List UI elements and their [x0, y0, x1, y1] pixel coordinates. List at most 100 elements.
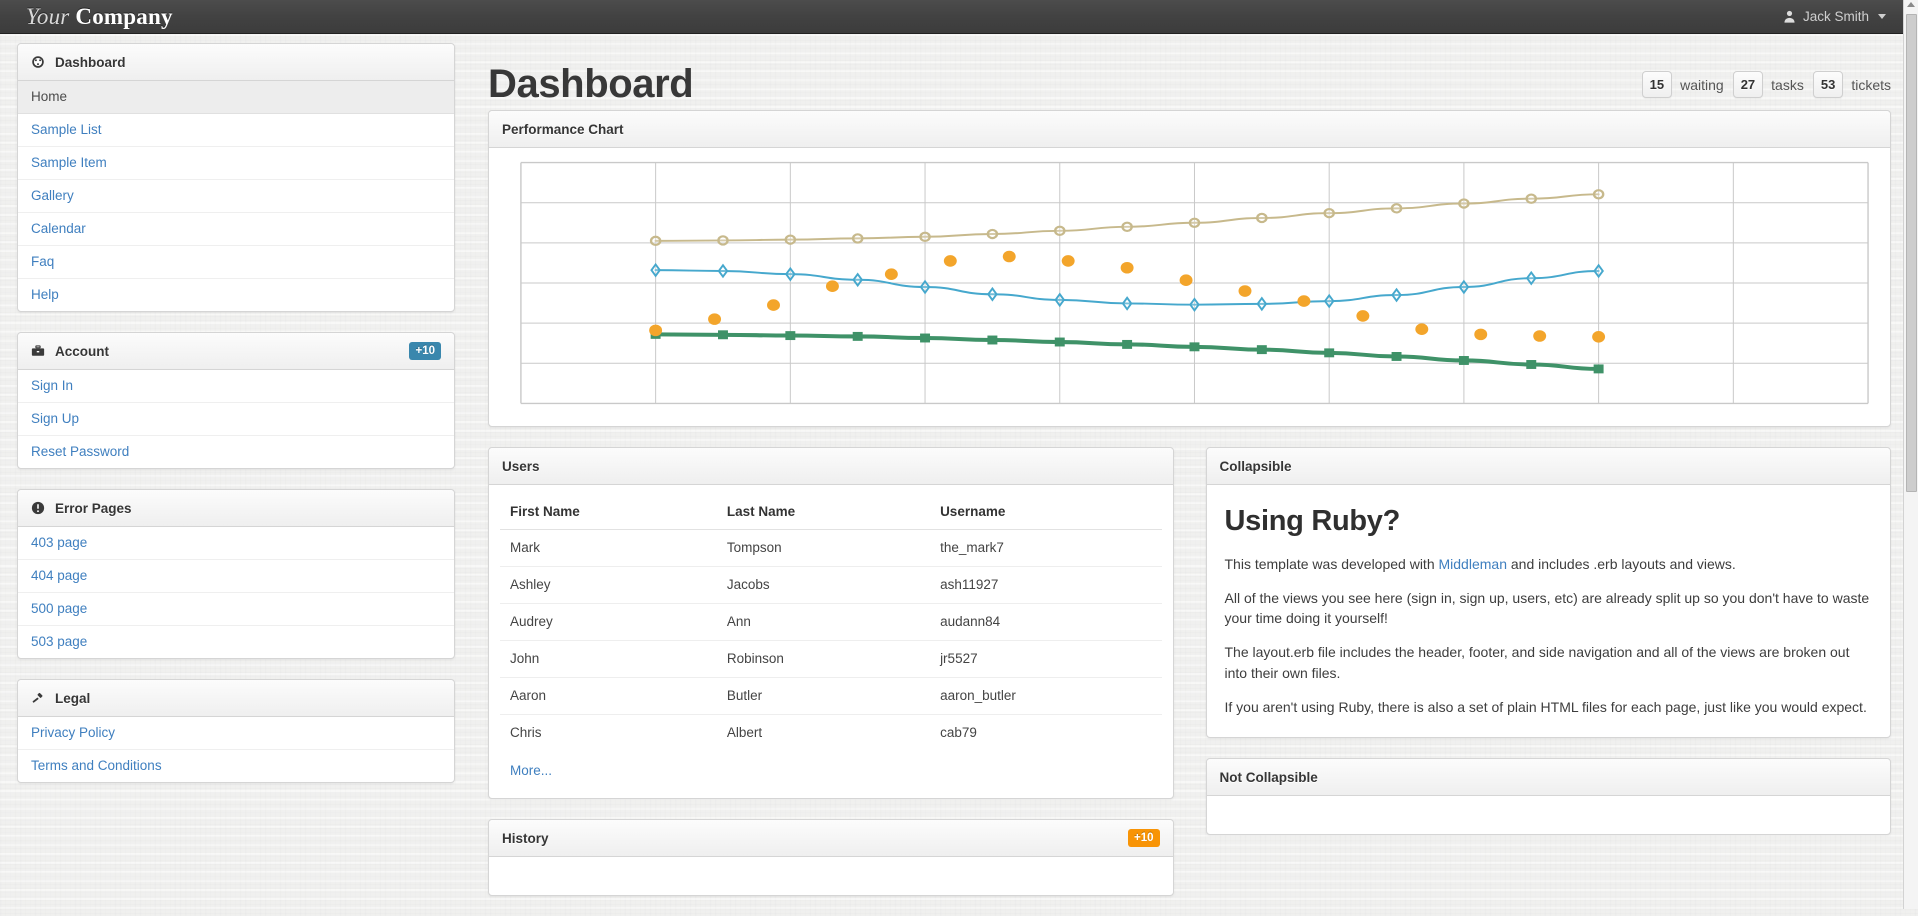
- left-column: Users First Name Last Name Username: [488, 447, 1174, 916]
- sidebar-link-terms[interactable]: Terms and Conditions: [18, 750, 454, 782]
- sidebar-link-sign-in[interactable]: Sign In: [18, 370, 454, 402]
- table-row[interactable]: John Robinson jr5527: [500, 641, 1162, 678]
- performance-chart-panel: Performance Chart: [488, 110, 1891, 427]
- performance-chart-svg: [503, 159, 1876, 407]
- sidebar-item-reset-password[interactable]: Reset Password: [18, 436, 454, 468]
- sidebar-link-privacy-policy[interactable]: Privacy Policy: [18, 717, 454, 749]
- tachometer-icon: [31, 55, 45, 69]
- sidebar-item-gallery[interactable]: Gallery: [18, 180, 454, 213]
- sidebar-item-calendar[interactable]: Calendar: [18, 213, 454, 246]
- user-menu[interactable]: Jack Smith: [1783, 9, 1886, 24]
- sidebar-link-gallery[interactable]: Gallery: [18, 180, 454, 212]
- table-row[interactable]: Chris Albert cab79: [500, 715, 1162, 752]
- table-row[interactable]: Aaron Butler aaron_butler: [500, 678, 1162, 715]
- sidebar-link-503[interactable]: 503 page: [18, 626, 454, 658]
- sidebar-link-reset-password[interactable]: Reset Password: [18, 436, 454, 468]
- collapsible-panel: Collapsible Using Ruby? This template wa…: [1206, 447, 1892, 738]
- collapsible-panel-header[interactable]: Collapsible: [1207, 448, 1891, 485]
- history-panel-header[interactable]: History +10: [489, 820, 1173, 857]
- page-body: Dashboard Home Sample List Sample Item G…: [0, 34, 1903, 909]
- sidebar-item-500[interactable]: 500 page: [18, 593, 454, 626]
- stat-tasks[interactable]: 27 tasks: [1733, 71, 1804, 98]
- users-panel-title: Users: [502, 459, 540, 474]
- column-username: Username: [930, 495, 1161, 530]
- sidebar-section-title: Account: [55, 344, 109, 359]
- cell-last-name: Albert: [717, 715, 930, 752]
- middleman-link[interactable]: Middleman: [1439, 556, 1507, 572]
- cell-username: audann84: [930, 604, 1161, 641]
- cell-last-name: Robinson: [717, 641, 930, 678]
- cell-last-name: Butler: [717, 678, 930, 715]
- sidebar-nav-account: Sign In Sign Up Reset Password: [18, 370, 454, 468]
- sidebar-item-sample-item[interactable]: Sample Item: [18, 147, 454, 180]
- cell-first-name: Aaron: [500, 678, 717, 715]
- history-panel: History +10: [488, 819, 1174, 896]
- sidebar-item-404[interactable]: 404 page: [18, 560, 454, 593]
- brand-logo[interactable]: Your Company: [26, 4, 173, 30]
- cell-username: jr5527: [930, 641, 1161, 678]
- briefcase-icon: [31, 344, 45, 358]
- stat-waiting[interactable]: 15 waiting: [1642, 71, 1724, 98]
- cell-first-name: Ashley: [500, 567, 717, 604]
- sidebar-link-404[interactable]: 404 page: [18, 560, 454, 592]
- sidebar-item-help[interactable]: Help: [18, 279, 454, 311]
- sidebar-link-403[interactable]: 403 page: [18, 527, 454, 559]
- sidebar-item-sample-list[interactable]: Sample List: [18, 114, 454, 147]
- sidebar-link-home[interactable]: Home: [18, 81, 454, 113]
- stat-tickets-label: tickets: [1851, 77, 1891, 93]
- sidebar-link-faq[interactable]: Faq: [18, 246, 454, 278]
- collapsible-paragraph-2: All of the views you see here (sign in, …: [1225, 588, 1873, 629]
- stat-tasks-value: 27: [1733, 71, 1763, 98]
- sidebar-section-header[interactable]: Error Pages: [18, 490, 454, 527]
- stat-tickets[interactable]: 53 tickets: [1813, 71, 1891, 98]
- sidebar-item-terms[interactable]: Terms and Conditions: [18, 750, 454, 782]
- sidebar-item-sign-in[interactable]: Sign In: [18, 370, 454, 403]
- table-row[interactable]: Mark Tompson the_mark7: [500, 530, 1162, 567]
- sidebar-link-sample-item[interactable]: Sample Item: [18, 147, 454, 179]
- scrollbar-thumb[interactable]: [1906, 14, 1917, 492]
- cell-username: aaron_butler: [930, 678, 1161, 715]
- sidebar-section-header[interactable]: Legal: [18, 680, 454, 717]
- collapsible-paragraph-3: The layout.erb file includes the header,…: [1225, 642, 1873, 683]
- sidebar-section-header[interactable]: Account +10: [18, 333, 454, 370]
- table-row[interactable]: Audrey Ann audann84: [500, 604, 1162, 641]
- page-header: Dashboard 15 waiting 27 tasks 53 tickets: [488, 34, 1891, 110]
- cell-last-name: Ann: [717, 604, 930, 641]
- cell-username: ash11927: [930, 567, 1161, 604]
- user-icon: [1783, 10, 1796, 23]
- chevron-down-icon: [1878, 14, 1886, 19]
- sidebar-item-faq[interactable]: Faq: [18, 246, 454, 279]
- users-panel-header[interactable]: Users: [489, 448, 1173, 485]
- sidebar-item-privacy-policy[interactable]: Privacy Policy: [18, 717, 454, 750]
- sidebar-item-sign-up[interactable]: Sign Up: [18, 403, 454, 436]
- page-scrollbar[interactable]: [1903, 0, 1918, 909]
- sidebar-link-sign-up[interactable]: Sign Up: [18, 403, 454, 435]
- sidebar-link-help[interactable]: Help: [18, 279, 454, 311]
- sidebar-link-calendar[interactable]: Calendar: [18, 213, 454, 245]
- paragraph-1-before: This template was developed with: [1225, 556, 1439, 572]
- users-more-link[interactable]: More...: [500, 751, 562, 790]
- sidebar-section-dashboard: Dashboard Home Sample List Sample Item G…: [17, 43, 455, 312]
- table-row[interactable]: Ashley Jacobs ash11927: [500, 567, 1162, 604]
- sidebar-item-403[interactable]: 403 page: [18, 527, 454, 560]
- sidebar-link-sample-list[interactable]: Sample List: [18, 114, 454, 146]
- sidebar-section-header[interactable]: Dashboard: [18, 44, 454, 81]
- main-content: Dashboard 15 waiting 27 tasks 53 tickets: [488, 34, 1891, 916]
- gavel-icon: [31, 691, 45, 705]
- cell-first-name: Audrey: [500, 604, 717, 641]
- users-panel: Users First Name Last Name Username: [488, 447, 1174, 799]
- sidebar-item-503[interactable]: 503 page: [18, 626, 454, 658]
- user-name-label: Jack Smith: [1803, 9, 1869, 24]
- top-navbar: Your Company Jack Smith: [0, 0, 1918, 34]
- users-table-body: First Name Last Name Username Mark Tomps…: [489, 485, 1173, 798]
- performance-chart-header[interactable]: Performance Chart: [489, 111, 1890, 148]
- scroll-up-icon[interactable]: [1907, 2, 1915, 7]
- sidebar: Dashboard Home Sample List Sample Item G…: [17, 43, 455, 803]
- brand-second-word: Company: [75, 4, 172, 29]
- sidebar-link-500[interactable]: 500 page: [18, 593, 454, 625]
- sidebar-section-account: Account +10 Sign In Sign Up Reset Passwo…: [17, 332, 455, 469]
- collapsible-heading: Using Ruby?: [1225, 505, 1873, 538]
- sidebar-nav-dashboard: Home Sample List Sample Item Gallery Cal…: [18, 81, 454, 311]
- performance-chart[interactable]: [503, 159, 1876, 407]
- sidebar-item-home[interactable]: Home: [18, 81, 454, 114]
